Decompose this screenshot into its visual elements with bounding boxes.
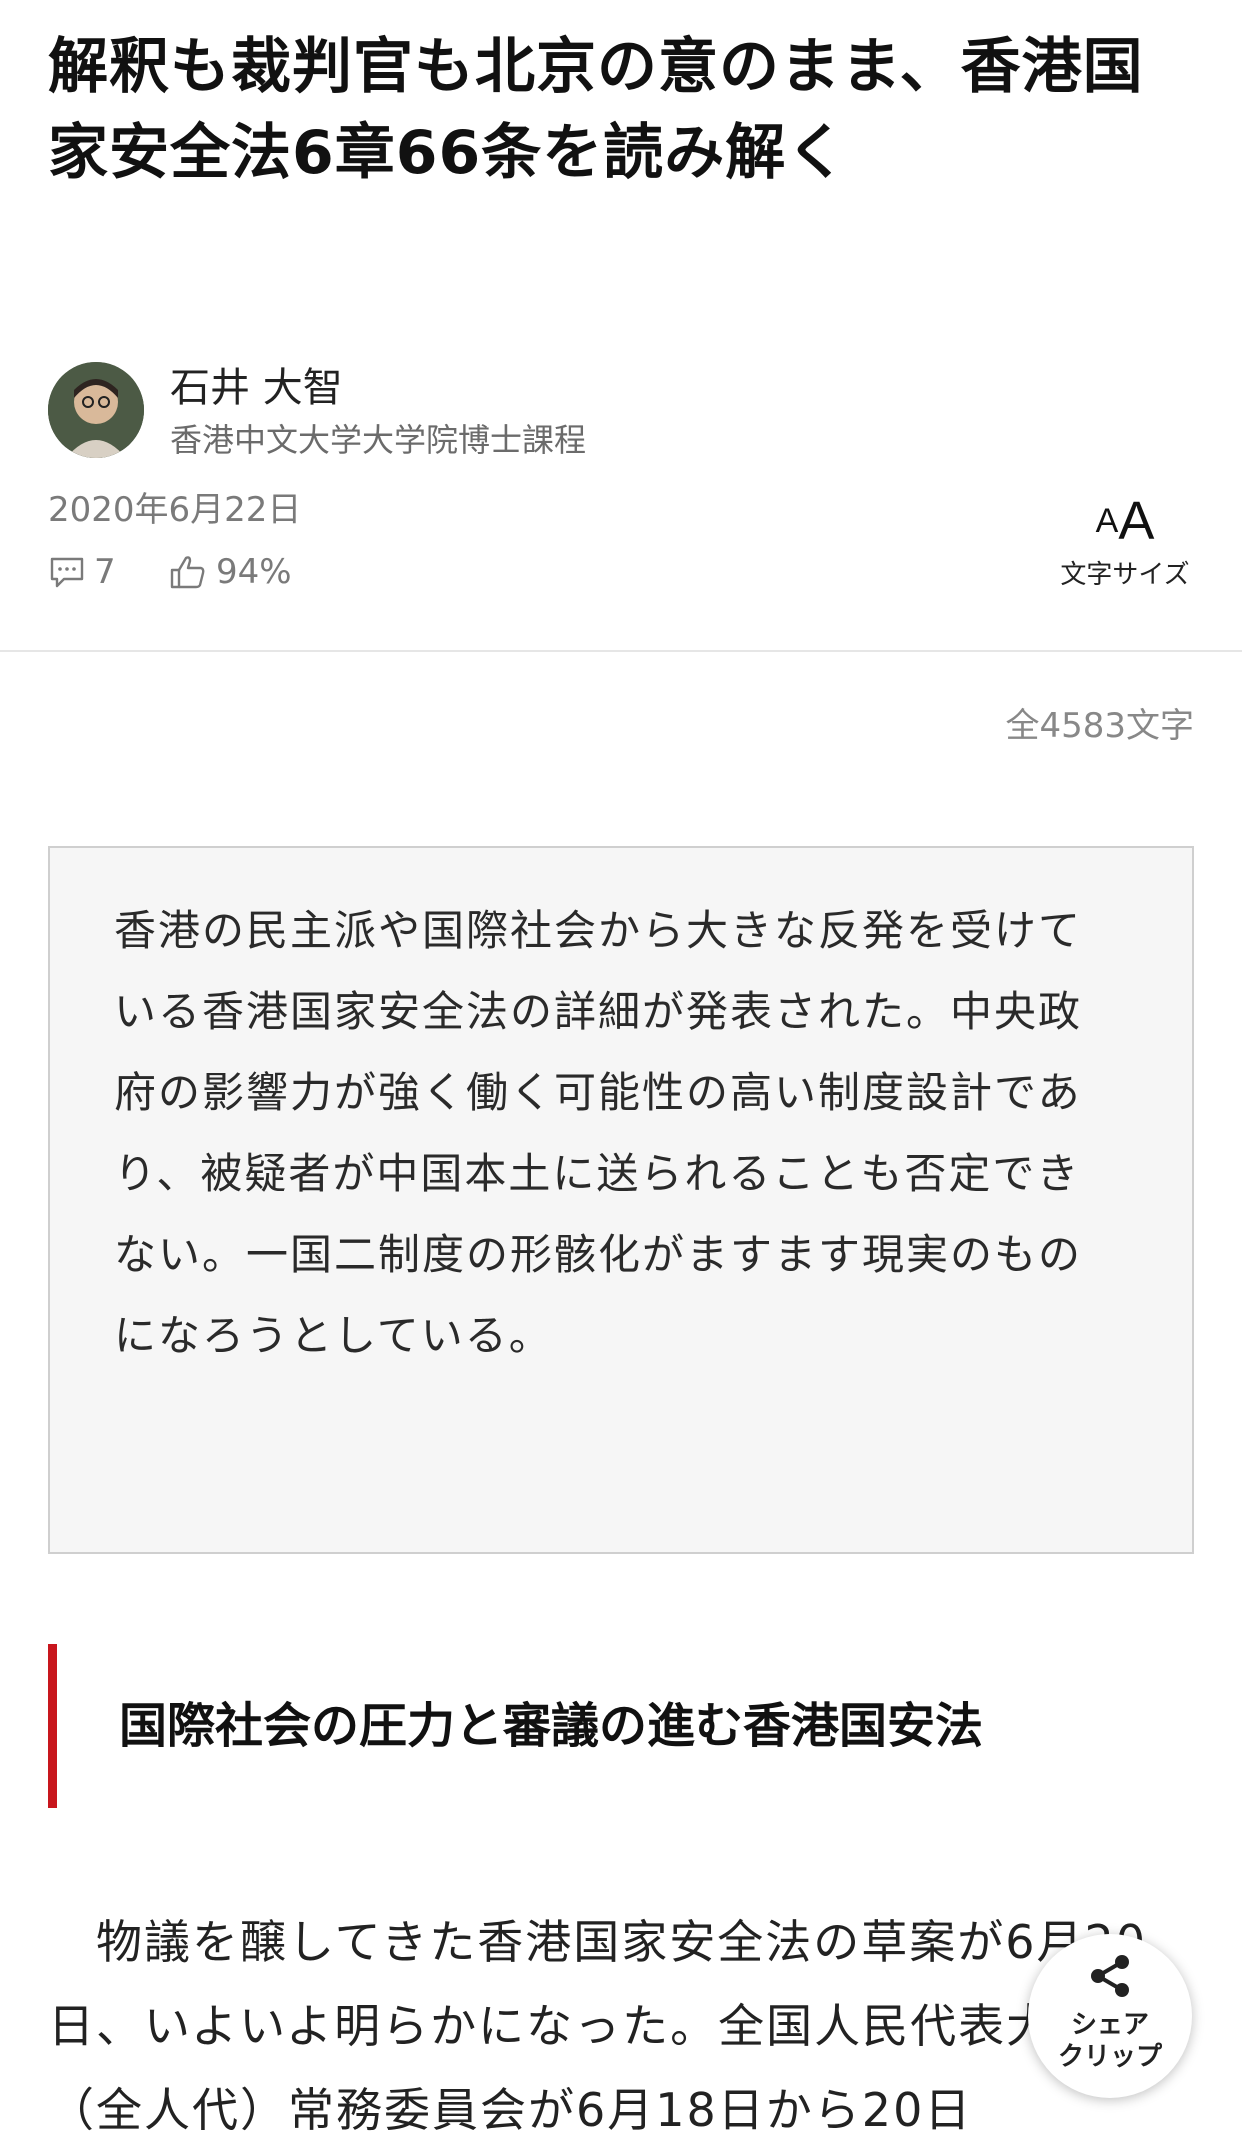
comment-count[interactable]: 7 (48, 550, 116, 594)
article-page: 解釈も裁判官も北京の意のまま、香港国家安全法6章66条を読み解く 石井 大智 香… (0, 0, 1242, 2148)
author-name[interactable]: 石井 大智 (170, 364, 343, 412)
share-label: シェア (1070, 2010, 1149, 2040)
lead-summary-text: 香港の民主派や国際社会から大きな反発を受けている香港国家安全法の詳細が発表された… (114, 906, 1083, 1360)
section-heading-text: 国際社会の圧力と審議の進む香港国安法 (119, 1698, 984, 1754)
font-size-button[interactable]: AA 文字サイズ (1050, 490, 1200, 600)
character-count: 全4583文字 (1005, 706, 1194, 746)
share-icon (1091, 1955, 1129, 1997)
lead-summary-box: 香港の民主派や国際社会から大きな反発を受けている香港国家安全法の詳細が発表された… (48, 846, 1194, 1554)
thumbs-up-icon (170, 556, 205, 589)
comment-count-value: 7 (94, 552, 116, 592)
font-size-label: 文字サイズ (1060, 560, 1190, 590)
avatar-portrait-icon (48, 362, 144, 458)
clip-label: クリップ (1057, 2042, 1162, 2072)
like-rate[interactable]: 94% (168, 550, 292, 594)
author-affiliation: 香港中文大学大学院博士課程 (170, 421, 587, 459)
body-paragraph: 物議を醸してきた香港国家安全法の草案が6月20日、いよいよ明らかになった。全国人… (48, 1915, 1148, 2137)
like-rate-value: 94% (216, 552, 292, 592)
author-avatar[interactable] (48, 362, 144, 458)
publish-date: 2020年6月22日 (48, 490, 302, 530)
share-clip-button[interactable]: シェア クリップ (1028, 1934, 1192, 2098)
comment-icon (50, 557, 84, 588)
font-size-icon: AA (1095, 491, 1155, 551)
article-title: 解釈も裁判官も北京の意のまま、香港国家安全法6章66条を読み解く (48, 32, 1144, 188)
article-header: 解釈も裁判官も北京の意のまま、香港国家安全法6章66条を読み解く 石井 大智 香… (0, 0, 1242, 652)
section-heading: 国際社会の圧力と審議の進む香港国安法 (48, 1644, 1198, 1808)
